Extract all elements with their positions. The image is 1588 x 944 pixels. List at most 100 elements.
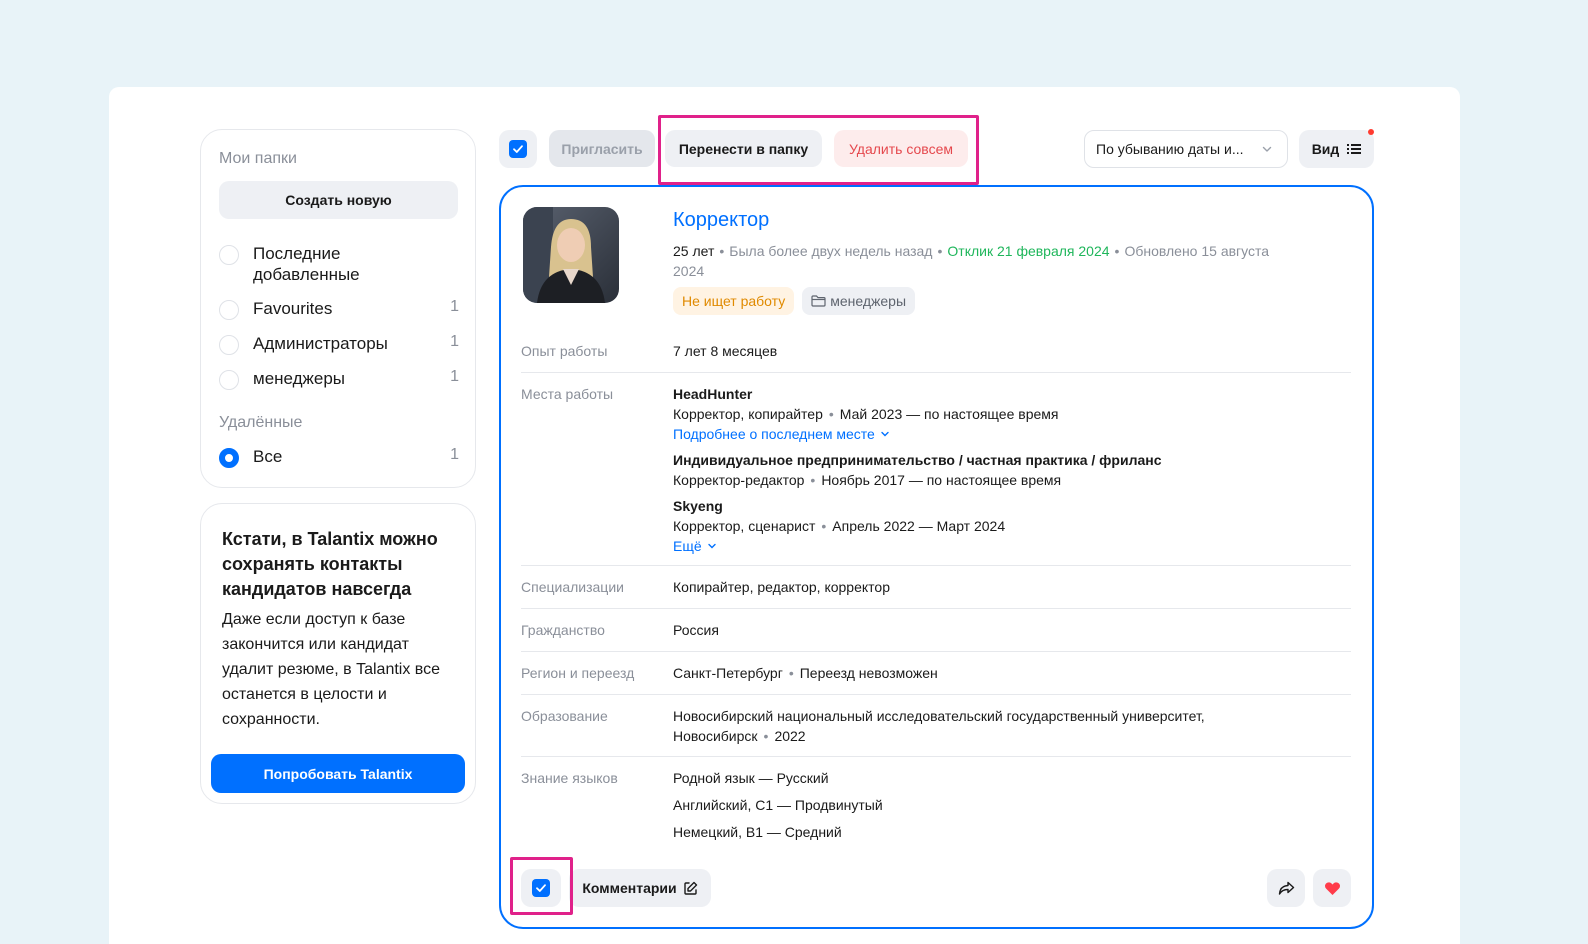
- radio-icon[interactable]: [219, 370, 239, 390]
- promo-card: Кстати, в Talantix можно сохранять конта…: [200, 503, 476, 804]
- education-value: Новосибирский национальный исследователь…: [673, 706, 1351, 746]
- folder-icon: [811, 295, 826, 307]
- radio-icon[interactable]: [219, 245, 239, 265]
- chevron-down-icon: [707, 543, 716, 549]
- workplaces-row: Места работы HeadHunter Корректор, копир…: [521, 384, 1351, 556]
- divider: [521, 608, 1351, 609]
- education-row: Образование Новосибирский национальный и…: [521, 706, 1351, 746]
- specialization-value: Копирайтер, редактор, корректор: [673, 579, 890, 595]
- region-city: Санкт-Петербург: [673, 665, 783, 681]
- divider: [521, 651, 1351, 652]
- chevron-down-icon: [881, 431, 889, 437]
- folder-item-admins[interactable]: Администраторы 1: [219, 333, 459, 355]
- resume-select-checkbox[interactable]: [521, 869, 561, 907]
- job-details: Корректор, сценарист • Апрель 2022 — Март …: [673, 518, 1006, 534]
- comments-label: Комментарии: [582, 880, 677, 896]
- relocation: Переезд невозможен: [799, 665, 938, 681]
- divider: [521, 565, 1351, 566]
- notification-dot: [1368, 129, 1374, 135]
- education-year: 2022: [774, 728, 806, 744]
- region-value: Санкт-Петербург • Переезд невозможен: [673, 665, 938, 681]
- candidate-age: 25 лет: [673, 243, 715, 259]
- specialization-row: Специализации Копирайтер, редактор, корр…: [521, 577, 1351, 597]
- create-folder-button[interactable]: Создать новую: [219, 181, 458, 219]
- last-seen: Была более двух недель назад: [729, 243, 933, 259]
- chevron-down-icon: [1262, 146, 1272, 152]
- region-row: Регион и переезд Санкт-Петербург • Переезд…: [521, 663, 1351, 683]
- folder-badge-label: менеджеры: [830, 293, 907, 309]
- job-position: Корректор-редактор: [673, 472, 805, 488]
- folder-label: Последние добавленные: [253, 244, 360, 284]
- resume-title-link[interactable]: Корректор: [673, 209, 769, 232]
- folder-item-favourites[interactable]: Favourites 1: [219, 298, 459, 320]
- languages-label: Знание языков: [521, 770, 618, 786]
- sort-select-value: По убыванию даты и...: [1096, 141, 1244, 157]
- folder-item-managers[interactable]: менеджеры 1: [219, 368, 459, 390]
- job-company: HeadHunter: [673, 386, 753, 402]
- folder-count: 1: [450, 298, 459, 315]
- response-date: Отклик 21 февраля 2024: [947, 243, 1110, 259]
- resume-tags: Не ищет работу менеджеры: [673, 287, 916, 315]
- language-item: Немецкий, B1 — Средний: [673, 824, 842, 840]
- deleted-title: Удалённые: [219, 414, 303, 431]
- folder-item-all-deleted[interactable]: Все 1: [219, 446, 459, 468]
- more-jobs-link[interactable]: Ещё: [673, 536, 717, 556]
- comments-button[interactable]: Комментарии: [569, 869, 711, 907]
- delete-permanently-button[interactable]: Удалить совсем: [834, 130, 968, 167]
- languages-row: Знание языков Родной язык — Русский Англ…: [521, 768, 1351, 846]
- move-to-folder-button[interactable]: Перенести в папку: [665, 130, 822, 167]
- folders-panel: Мои папки Создать новую Последние добавл…: [200, 129, 476, 488]
- favourite-button[interactable]: [1313, 869, 1351, 907]
- region-label: Регион и переезд: [521, 665, 635, 681]
- folder-label: Все: [253, 447, 283, 466]
- folders-title: Мои папки: [219, 150, 297, 167]
- divider: [521, 694, 1351, 695]
- invite-button[interactable]: Пригласить: [549, 130, 655, 167]
- radio-icon[interactable]: [219, 335, 239, 355]
- job-company: Индивидуальное предпринимательство / час…: [673, 452, 1162, 468]
- radio-icon[interactable]: [219, 300, 239, 320]
- divider: [521, 372, 1351, 373]
- folder-item-recent[interactable]: Последние добавленные: [219, 243, 459, 285]
- more-about-last-link[interactable]: Подробнее о последнем месте: [673, 424, 890, 444]
- view-label: Вид: [1311, 141, 1340, 157]
- heart-icon: [1324, 881, 1340, 895]
- view-button[interactable]: Вид: [1299, 130, 1374, 168]
- languages-list: Родной язык — Русский Английский, C1 — П…: [673, 765, 1351, 846]
- language-item: Английский, C1 — Продвинутый: [673, 797, 883, 813]
- job-period: Апрель 2022 — Март 2024: [832, 518, 1006, 534]
- job-period: Ноябрь 2017 — по настоящее время: [821, 472, 1062, 488]
- folder-label: Администраторы: [253, 334, 388, 353]
- job-period: Май 2023 — по настоящее время: [839, 406, 1059, 422]
- share-button[interactable]: [1267, 869, 1305, 907]
- more-jobs-label: Ещё: [673, 538, 702, 554]
- radio-checked-icon[interactable]: [219, 448, 239, 468]
- divider: [521, 756, 1351, 757]
- candidate-photo: [523, 207, 619, 303]
- try-talantix-button[interactable]: Попробовать Talantix: [211, 754, 465, 793]
- citizenship-row: Гражданство Россия: [521, 620, 1351, 640]
- folder-badge[interactable]: менеджеры: [802, 287, 916, 315]
- job-position: Корректор, копирайтер: [673, 406, 823, 422]
- job-position: Корректор, сценарист: [673, 518, 816, 534]
- experience-row: Опыт работы 7 лет 8 месяцев: [521, 341, 1351, 361]
- list-icon: [1347, 144, 1362, 154]
- job-company: Skyeng: [673, 498, 723, 514]
- workplaces-list: HeadHunter Корректор, копирайтер • Май 202…: [673, 384, 1351, 556]
- experience-value: 7 лет 8 месяцев: [673, 343, 778, 359]
- job-details: Корректор-редактор • Ноябрь 2017 — по наст…: [673, 472, 1062, 488]
- specialization-label: Специализации: [521, 579, 624, 595]
- education-label: Образование: [521, 708, 608, 724]
- folder-label: Favourites: [253, 299, 333, 318]
- education-institution: Новосибирский национальный исследователь…: [673, 708, 1205, 724]
- experience-label: Опыт работы: [521, 343, 608, 359]
- resume-card[interactable]: Корректор 25 лет • Была более двух недель …: [499, 185, 1374, 929]
- checkbox-checked-icon: [509, 140, 527, 158]
- more-about-last-label: Подробнее о последнем месте: [673, 426, 875, 442]
- folder-count: 1: [450, 368, 459, 385]
- workplaces-label: Места работы: [521, 386, 614, 402]
- edit-icon: [683, 881, 697, 895]
- citizenship-label: Гражданство: [521, 622, 605, 638]
- select-all-checkbox[interactable]: [499, 130, 537, 168]
- sort-select[interactable]: По убыванию даты и...: [1084, 130, 1288, 168]
